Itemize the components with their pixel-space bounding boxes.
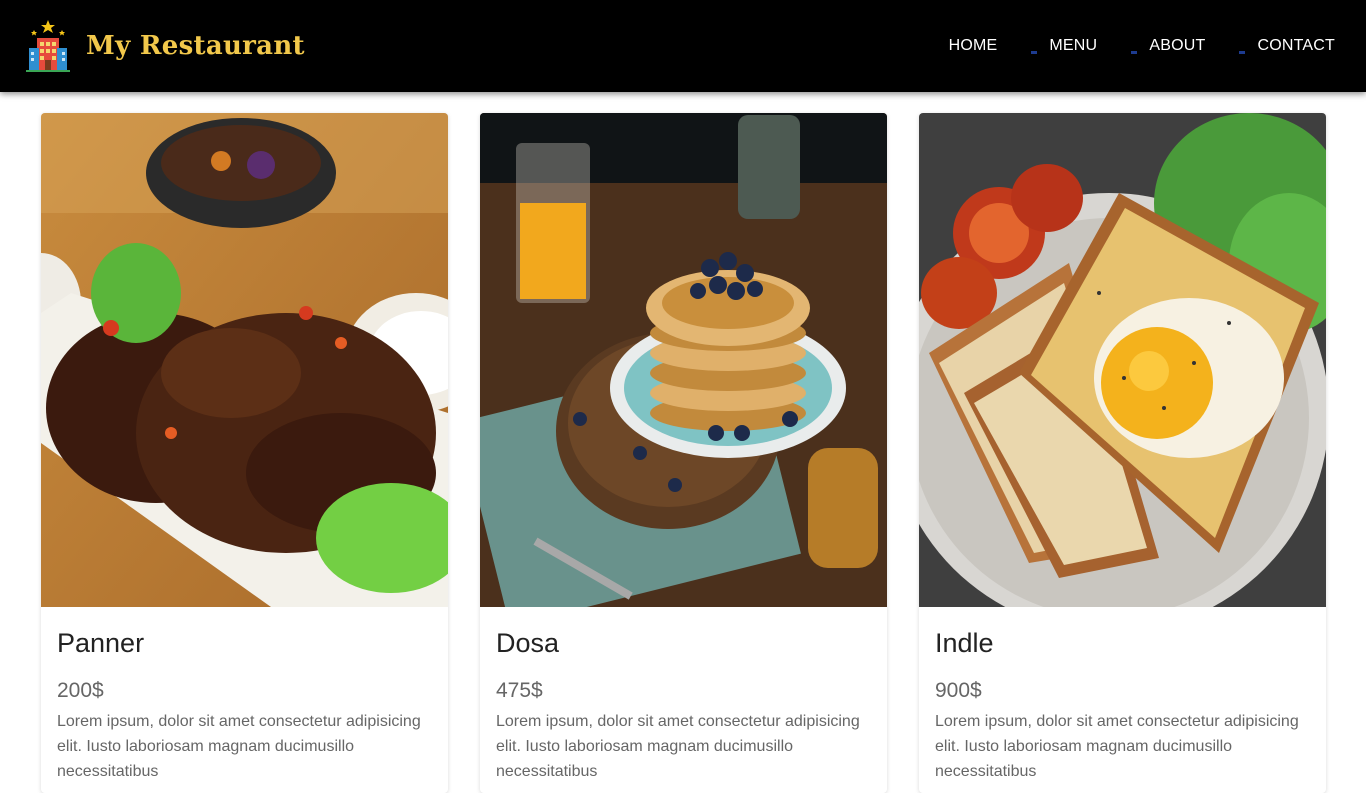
- blueberry-pancakes-photo: [480, 113, 887, 607]
- nav-home-label: HOME: [948, 37, 998, 54]
- brand-name: My Restaurant: [86, 31, 305, 61]
- nav-home-link[interactable]: HOME: [949, 37, 998, 55]
- card-description: Lorem ipsum, dolor sit amet consectetur …: [57, 713, 421, 780]
- nav-contact-link[interactable]: CONTACT: [1239, 37, 1335, 55]
- card-price: 900$: [935, 679, 982, 702]
- card-title: Dosa: [496, 628, 560, 658]
- nav-menu-link[interactable]: MENU: [1031, 37, 1098, 55]
- nav-contact-label: CONTACT: [1257, 37, 1335, 54]
- nav-about-link[interactable]: ABOUT: [1131, 37, 1206, 55]
- card-body: Dosa 475$ Lorem ipsum, dolor sit amet co…: [480, 607, 887, 784]
- main-nav: HOME MENU ABOUT CONTACT: [949, 0, 1335, 92]
- menu-card[interactable]: Panner 200$ Lorem ipsum, dolor sit amet …: [41, 113, 448, 793]
- restaurant-building-logo-icon: [26, 20, 70, 72]
- card-price: 475$: [496, 679, 543, 702]
- card-price: 200$: [57, 679, 104, 702]
- navbar: My Restaurant HOME MENU ABOUT CONTACT: [0, 0, 1366, 92]
- menu-card[interactable]: Indle 900$ Lorem ipsum, dolor sit amet c…: [919, 113, 1326, 793]
- card-body: Panner 200$ Lorem ipsum, dolor sit amet …: [41, 607, 448, 784]
- menu-card[interactable]: Dosa 475$ Lorem ipsum, dolor sit amet co…: [480, 113, 887, 793]
- nav-separator: [1031, 51, 1038, 54]
- nav-separator: [1239, 51, 1246, 54]
- card-description: Lorem ipsum, dolor sit amet consectetur …: [935, 713, 1299, 780]
- nav-about-label: ABOUT: [1149, 37, 1206, 54]
- brand-link[interactable]: My Restaurant: [24, 18, 305, 74]
- egg-toast-breakfast-photo: [919, 113, 1326, 607]
- card-title: Indle: [935, 628, 994, 658]
- card-description: Lorem ipsum, dolor sit amet consectetur …: [496, 713, 860, 780]
- card-title: Panner: [57, 628, 145, 658]
- nav-separator: [1131, 51, 1138, 54]
- grilled-meat-plate-photo: [41, 113, 448, 607]
- nav-menu-label: MENU: [1049, 37, 1098, 54]
- card-body: Indle 900$ Lorem ipsum, dolor sit amet c…: [919, 607, 1326, 784]
